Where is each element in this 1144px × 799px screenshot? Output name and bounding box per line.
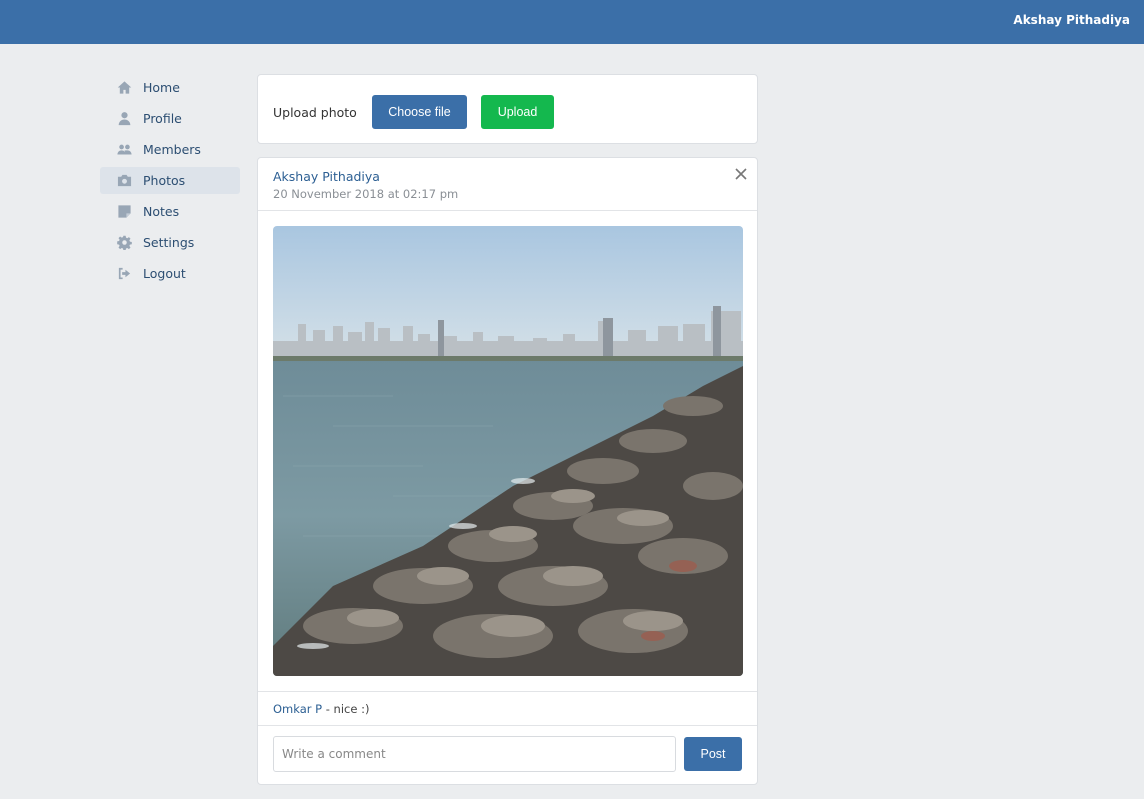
post-date: 20 November 2018 at 02:17 pm	[273, 187, 459, 201]
sidebar-item-label: Logout	[143, 266, 186, 281]
sidebar-item-home[interactable]: Home	[100, 74, 240, 101]
close-icon[interactable]	[733, 166, 749, 182]
post-header: Akshay Pithadiya 20 November 2018 at 02:…	[258, 158, 757, 211]
sidebar-item-logout[interactable]: Logout	[100, 260, 240, 287]
upload-photo-label: Upload photo	[273, 105, 357, 120]
comment-item: Omkar P - nice :)	[273, 702, 369, 716]
users-icon	[116, 143, 132, 157]
user-icon	[116, 112, 132, 126]
sidebar-nav: Home Profile Members Photos Notes Settin…	[100, 74, 240, 291]
upload-button[interactable]: Upload	[481, 95, 554, 129]
sidebar-item-label: Photos	[143, 173, 186, 188]
post-photo[interactable]	[273, 226, 743, 676]
gear-icon	[116, 235, 132, 250]
comment-text: - nice :)	[322, 702, 370, 716]
logout-icon	[116, 267, 132, 281]
sidebar-item-members[interactable]: Members	[100, 136, 240, 163]
current-user-name[interactable]: Akshay Pithadiya	[1013, 13, 1130, 27]
post-author-link[interactable]: Akshay Pithadiya	[273, 169, 380, 184]
comment-list: Omkar P - nice :)	[258, 691, 757, 726]
sidebar-item-photos[interactable]: Photos	[100, 167, 240, 194]
photo-post-card: Akshay Pithadiya 20 November 2018 at 02:…	[257, 157, 758, 785]
sidebar-item-label: Profile	[143, 111, 182, 126]
sidebar-item-notes[interactable]: Notes	[100, 198, 240, 225]
sidebar-item-label: Settings	[143, 235, 195, 250]
sidebar-item-label: Members	[143, 142, 201, 157]
top-navbar: Akshay Pithadiya	[0, 0, 1144, 44]
comment-author-link[interactable]: Omkar P	[273, 702, 322, 716]
note-icon	[116, 205, 132, 219]
sidebar-item-label: Notes	[143, 204, 180, 219]
home-icon	[116, 81, 132, 95]
post-comment-button[interactable]: Post	[684, 737, 742, 771]
sidebar-item-label: Home	[143, 80, 180, 95]
comment-input[interactable]	[273, 736, 676, 772]
upload-photo-card: Upload photo Choose file Upload	[257, 74, 758, 144]
sidebar-item-profile[interactable]: Profile	[100, 105, 240, 132]
sidebar-item-settings[interactable]: Settings	[100, 229, 240, 256]
camera-icon	[116, 174, 132, 188]
choose-file-button[interactable]: Choose file	[372, 95, 467, 129]
